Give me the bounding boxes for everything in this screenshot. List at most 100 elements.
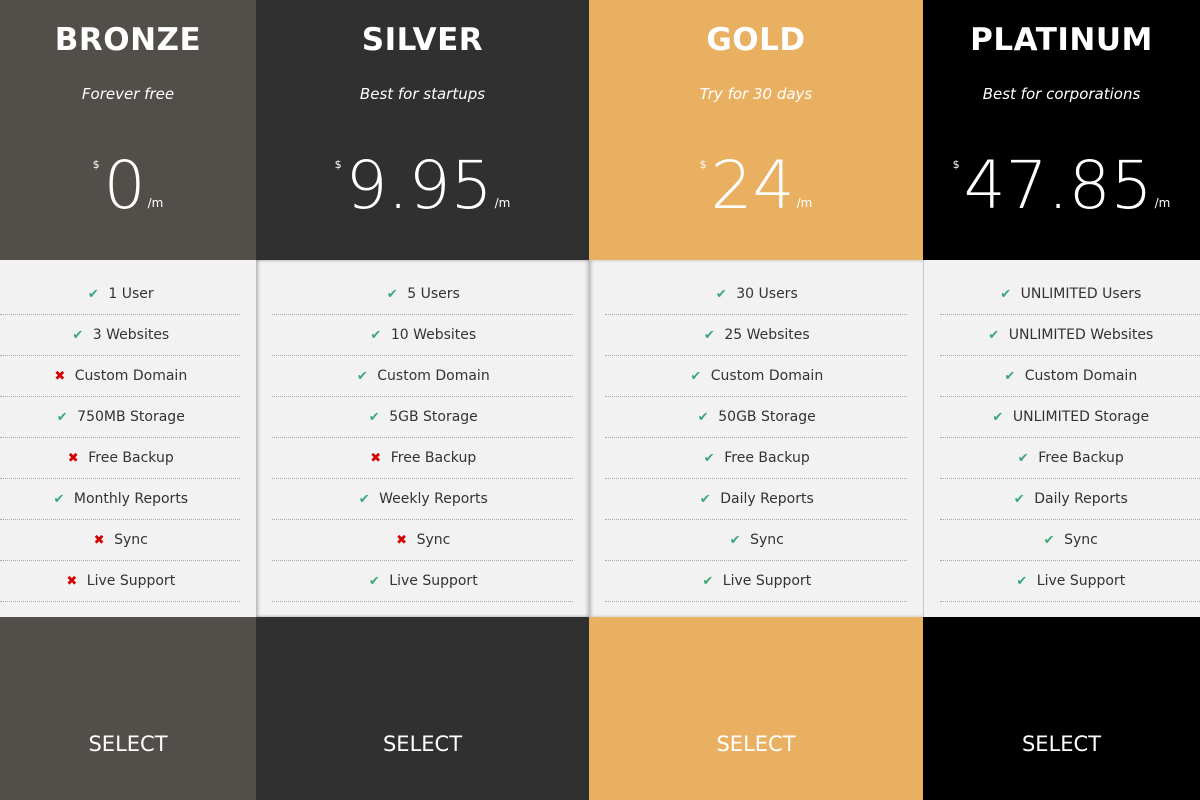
check-icon: ✔ — [697, 409, 709, 425]
feature-label: Sync — [750, 532, 784, 548]
price-period: /m — [494, 196, 511, 210]
select-gold-button[interactable]: SELECT — [716, 732, 795, 756]
check-icon: ✔ — [729, 532, 741, 548]
check-icon: ✔ — [703, 327, 715, 343]
price-period: /m — [796, 196, 813, 210]
feature-label: Free Backup — [724, 450, 810, 466]
feature-label: 50GB Storage — [718, 409, 816, 425]
check-icon: ✔ — [703, 450, 715, 466]
feature-item: ✔ Sync — [605, 520, 907, 561]
feature-item: ✔ UNLIMITED Storage — [940, 397, 1200, 438]
price-currency: $ — [92, 158, 100, 171]
feature-label: Free Backup — [390, 450, 477, 466]
cross-icon: ✖ — [67, 450, 79, 466]
cross-icon: ✖ — [396, 532, 408, 548]
feature-item: ✔ Sync — [940, 520, 1200, 561]
feature-label: 5 Users — [407, 286, 460, 302]
select-silver-button[interactable]: SELECT — [383, 732, 462, 756]
feature-label: Custom Domain — [710, 368, 824, 384]
plan-name: PLATINUM — [970, 22, 1153, 58]
check-icon: ✔ — [1017, 450, 1029, 466]
feature-label: Weekly Reports — [379, 491, 488, 507]
feature-item: ✖ Custom Domain — [0, 356, 240, 397]
check-icon: ✔ — [690, 368, 702, 384]
feature-list: ✔ 5 Users ✔ 10 Websites ✔ Custom Domain ✔ 5GB S… — [256, 260, 589, 617]
select-platinum-button[interactable]: SELECT — [1022, 732, 1101, 756]
plan-price: $ 0 /m — [0, 146, 256, 226]
cross-icon: ✖ — [54, 368, 66, 384]
feature-item: ✔ Daily Reports — [605, 479, 907, 520]
check-icon: ✔ — [1043, 532, 1055, 548]
feature-item: ✖ Free Backup — [0, 438, 240, 479]
price-period: /m — [147, 196, 164, 210]
plan-silver: SILVER Best for startups $ 9.95 /m ✔ 5 Us… — [256, 0, 589, 800]
plan-tagline: Best for startups — [359, 85, 486, 103]
check-icon: ✔ — [386, 286, 398, 302]
check-icon: ✔ — [1013, 491, 1025, 507]
price-currency: $ — [334, 158, 342, 171]
feature-label: Sync — [114, 532, 148, 548]
feature-item: ✔ 30 Users — [605, 274, 907, 315]
feature-item: ✔ Daily Reports — [940, 479, 1200, 520]
plan-price: $ 24 /m — [589, 146, 923, 226]
feature-label: UNLIMITED Storage — [1012, 409, 1150, 425]
plan-name: BRONZE — [54, 22, 202, 58]
feature-label: Custom Domain — [1024, 368, 1138, 384]
plan-tagline: Best for corporations — [982, 85, 1141, 103]
check-icon: ✔ — [992, 409, 1004, 425]
feature-item: ✖ Live Support — [0, 561, 240, 602]
plan-header: PLATINUM Best for corporations $ 47.85 /… — [923, 0, 1200, 260]
plan-footer: SELECT — [923, 617, 1200, 800]
feature-item: ✔ UNLIMITED Websites — [940, 315, 1200, 356]
check-icon: ✔ — [1004, 368, 1016, 384]
plan-footer: SELECT — [589, 617, 923, 800]
price-currency: $ — [699, 158, 707, 171]
feature-item: ✖ Sync — [272, 520, 573, 561]
check-icon: ✔ — [368, 409, 380, 425]
plan-name: GOLD — [706, 22, 806, 58]
check-icon: ✔ — [56, 409, 68, 425]
feature-label: Live Support — [1036, 573, 1126, 589]
feature-item: ✖ Sync — [0, 520, 240, 561]
feature-item: ✔ 750MB Storage — [0, 397, 240, 438]
feature-label: 5GB Storage — [389, 409, 478, 425]
check-icon: ✔ — [53, 491, 65, 507]
feature-label: Sync — [1064, 532, 1098, 548]
price-amount: 24 — [710, 147, 795, 224]
feature-item: ✔ Live Support — [272, 561, 573, 602]
feature-item: ✔ Monthly Reports — [0, 479, 240, 520]
feature-label: Custom Domain — [74, 368, 188, 384]
feature-list: ✔ 30 Users ✔ 25 Websites ✔ Custom Domain ✔ 50GB… — [589, 260, 923, 617]
check-icon: ✔ — [1000, 286, 1012, 302]
pricing-table: BRONZE Forever free $ 0 /m ✔ 1 User ✔ 3 Web… — [0, 0, 1200, 800]
feature-item: ✔ 1 User — [0, 274, 240, 315]
check-icon: ✔ — [72, 327, 84, 343]
check-icon: ✔ — [370, 327, 382, 343]
check-icon: ✔ — [702, 573, 714, 589]
plan-bronze: BRONZE Forever free $ 0 /m ✔ 1 User ✔ 3 Web… — [0, 0, 256, 800]
feature-label: 10 Websites — [390, 327, 477, 343]
feature-item: ✔ 5GB Storage — [272, 397, 573, 438]
check-icon: ✔ — [988, 327, 1000, 343]
feature-list: ✔ UNLIMITED Users ✔ UNLIMITED Websites ✔ Cust… — [923, 260, 1200, 617]
plan-gold: GOLD Try for 30 days $ 24 /m ✔ 30 Users ✔ 2… — [589, 0, 923, 800]
plan-price: $ 9.95 /m — [256, 146, 589, 226]
select-bronze-button[interactable]: SELECT — [88, 732, 167, 756]
feature-label: Sync — [416, 532, 451, 548]
price-amount: 47.85 — [963, 147, 1153, 224]
feature-label: 1 User — [108, 286, 154, 302]
feature-label: Live Support — [86, 573, 176, 589]
feature-label: 750MB Storage — [77, 409, 185, 425]
plan-name: SILVER — [361, 22, 484, 58]
feature-item: ✔ Live Support — [605, 561, 907, 602]
feature-label: 25 Websites — [724, 327, 810, 343]
feature-item: ✔ Custom Domain — [605, 356, 907, 397]
check-icon: ✔ — [368, 573, 380, 589]
feature-item: ✔ Free Backup — [605, 438, 907, 479]
cross-icon: ✖ — [370, 450, 382, 466]
check-icon: ✔ — [699, 491, 711, 507]
feature-label: 30 Users — [736, 286, 798, 302]
feature-list: ✔ 1 User ✔ 3 Websites ✖ Custom Domain ✔ 750MB S… — [0, 260, 256, 617]
feature-label: Free Backup — [88, 450, 174, 466]
check-icon: ✔ — [356, 368, 368, 384]
